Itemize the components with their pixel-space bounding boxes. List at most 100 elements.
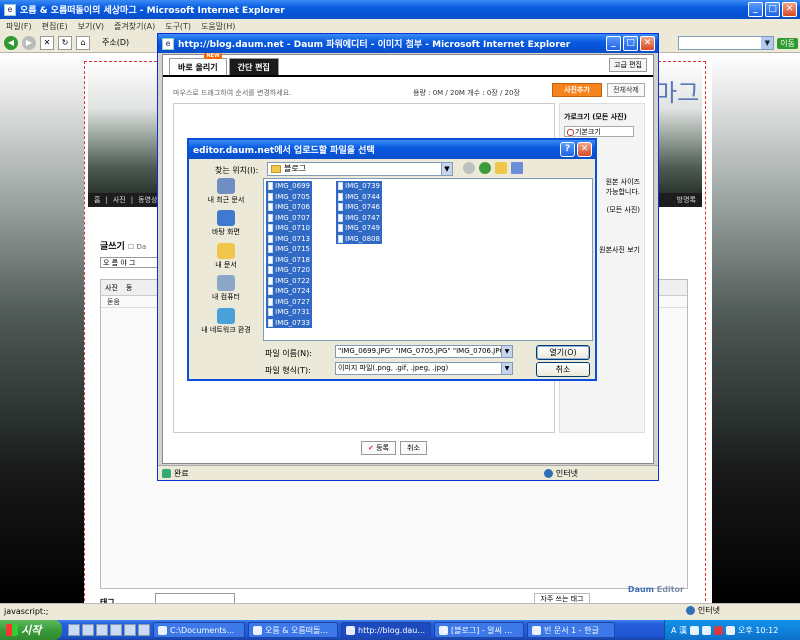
tab-quick-upload[interactable]: 바로 올리기 NEW	[169, 53, 227, 75]
file-item[interactable]: IMG_0722	[266, 275, 312, 286]
file-item[interactable]: IMG_0744	[336, 191, 382, 202]
width-label: 가로크기 (모든 사진)	[564, 113, 627, 121]
file-item[interactable]: IMG_0746	[336, 202, 382, 213]
page-icon	[162, 468, 171, 478]
back-icon[interactable]	[463, 162, 475, 174]
quick-launch-icon[interactable]	[138, 624, 150, 636]
editor-video-button[interactable]: 동	[126, 283, 132, 292]
quick-launch-icon[interactable]	[82, 624, 94, 636]
nav-photos[interactable]: 사진	[113, 195, 126, 205]
up-folder-icon[interactable]	[479, 162, 491, 174]
image-file-icon	[268, 287, 274, 296]
quick-launch-icon[interactable]	[124, 624, 136, 636]
close-button[interactable]: ✕	[782, 2, 797, 17]
taskbar: 시작 C:\Documents... 오름 & 오름떠돌... http://blo…	[0, 620, 800, 640]
menu-edit[interactable]: 편집(E)	[42, 21, 68, 32]
file-name: IMG_0699	[275, 182, 310, 191]
file-item[interactable]: IMG_0699	[266, 181, 312, 192]
menu-file[interactable]: 파일(F)	[6, 21, 32, 32]
place-my-computer[interactable]: 내 컴퓨터	[193, 275, 259, 305]
minimize-button[interactable]: _	[606, 36, 621, 51]
file-name: IMG_0718	[275, 255, 310, 264]
add-photo-button[interactable]: 사진추가	[552, 83, 602, 97]
maximize-button[interactable]: □	[623, 36, 638, 51]
forward-icon[interactable]: ▶	[22, 35, 36, 50]
often-tags-button[interactable]: 자주 쓰는 태그	[534, 593, 590, 603]
file-item[interactable]: IMG_0808	[336, 233, 382, 244]
new-folder-icon[interactable]	[495, 162, 507, 174]
file-item[interactable]: IMG_0747	[336, 212, 382, 223]
file-list[interactable]: IMG_0699 IMG_0705 IMG_0706 IMG_0707 IMG_0710…	[263, 178, 593, 341]
file-item[interactable]: IMG_0733	[266, 317, 312, 328]
file-name: IMG_0739	[345, 182, 380, 191]
tab-simple-edit[interactable]: 간단 편집	[228, 58, 279, 75]
view-menu-icon[interactable]	[511, 162, 523, 174]
places-bar: 내 최근 문서 바탕 화면 내 문서 내 컴퓨터 내 네트워크 환경	[193, 178, 259, 338]
file-name: IMG_0720	[275, 266, 310, 275]
back-icon[interactable]: ◀	[4, 35, 18, 50]
menu-view[interactable]: 보기(V)	[78, 21, 104, 32]
file-item[interactable]: IMG_0720	[266, 265, 312, 276]
task-app-icon	[346, 625, 355, 635]
quick-launch-icon[interactable]	[96, 624, 108, 636]
file-item[interactable]: IMG_0715	[266, 244, 312, 255]
file-item[interactable]: IMG_0713	[266, 233, 312, 244]
go-button[interactable]: 이동	[777, 37, 798, 49]
file-item[interactable]: IMG_0724	[266, 286, 312, 297]
address-dropdown[interactable]: ▼	[678, 36, 775, 50]
open-button[interactable]: 열기(O)	[536, 345, 590, 360]
file-item[interactable]: IMG_0705	[266, 191, 312, 202]
file-item[interactable]: IMG_0749	[336, 223, 382, 234]
filetype-select[interactable]: 이미지 파일(.png, .gif, .jpeg, .jpg) ▼	[335, 362, 513, 375]
taskbar-task[interactable]: [블로그] - 알씨 ...	[434, 622, 524, 638]
editor-photo-button[interactable]: 사진	[105, 283, 118, 292]
file-item[interactable]: IMG_0718	[266, 254, 312, 265]
file-item[interactable]: IMG_0707	[266, 212, 312, 223]
delete-all-button[interactable]: 전체삭제	[607, 83, 645, 97]
width-select[interactable]: 기본크기	[564, 126, 634, 137]
image-file-icon	[268, 203, 274, 212]
taskbar-task[interactable]: http://blog.dau...	[341, 622, 431, 638]
quick-launch-icon[interactable]	[110, 624, 122, 636]
file-item[interactable]: IMG_0739	[336, 181, 382, 192]
file-item[interactable]: IMG_0706	[266, 202, 312, 213]
left-background-art	[0, 53, 88, 603]
place-recent-docs[interactable]: 내 최근 문서	[193, 178, 259, 208]
minimize-button[interactable]: _	[748, 2, 763, 17]
attach-cancel-button[interactable]: 취소	[400, 441, 427, 455]
refresh-icon[interactable]: ↻	[58, 35, 72, 50]
taskbar-task[interactable]: C:\Documents...	[153, 622, 245, 638]
attach-window-title: http://blog.daum.net - Daum 파워에디터 - 이미지 …	[178, 40, 571, 50]
file-item[interactable]: IMG_0727	[266, 296, 312, 307]
place-network[interactable]: 내 네트워크 환경	[193, 307, 259, 338]
home-icon[interactable]: ⌂	[76, 35, 90, 50]
menu-tools[interactable]: 도구(T)	[165, 21, 191, 32]
stop-icon[interactable]: ✕	[40, 35, 54, 50]
image-file-icon	[268, 182, 274, 191]
taskbar-task[interactable]: 오름 & 오름떠돌...	[248, 622, 338, 638]
place-desktop[interactable]: 바탕 화면	[193, 210, 259, 240]
file-item[interactable]: IMG_0731	[266, 307, 312, 318]
file-item[interactable]: IMG_0710	[266, 223, 312, 234]
menu-favorites[interactable]: 즐겨찾기(A)	[114, 21, 155, 32]
ime-indicator[interactable]: A 漢	[671, 625, 687, 636]
menu-help[interactable]: 도움말(H)	[201, 21, 235, 32]
start-button[interactable]: 시작	[0, 620, 62, 640]
nav-videos[interactable]: 동영상	[138, 195, 157, 205]
quick-launch-icon[interactable]	[68, 624, 80, 636]
place-my-documents[interactable]: 내 문서	[193, 242, 259, 273]
maximize-button[interactable]: □	[765, 2, 780, 17]
register-button[interactable]: ✔ 등록	[361, 441, 396, 455]
close-button[interactable]: ✕	[577, 142, 592, 157]
help-button[interactable]: ?	[560, 142, 575, 157]
look-in-dropdown[interactable]: 블로그 ▼	[267, 162, 453, 176]
nav-guestbook[interactable]: 방명록	[677, 195, 696, 205]
advanced-edit-button[interactable]: 고급 편집	[609, 58, 647, 72]
filename-input[interactable]: "IMG_0699.JPG" "IMG_0705.JPG" "IMG_0706.…	[335, 345, 513, 358]
close-button[interactable]: ✕	[640, 36, 655, 51]
nav-home[interactable]: 홈	[94, 195, 100, 205]
dialog-cancel-button[interactable]: 취소	[536, 362, 590, 377]
category-select[interactable]: 오 름 야 그	[100, 257, 160, 268]
tag-input[interactable]	[155, 593, 235, 603]
taskbar-task[interactable]: 빈 문서 1 - 한글	[527, 622, 615, 638]
